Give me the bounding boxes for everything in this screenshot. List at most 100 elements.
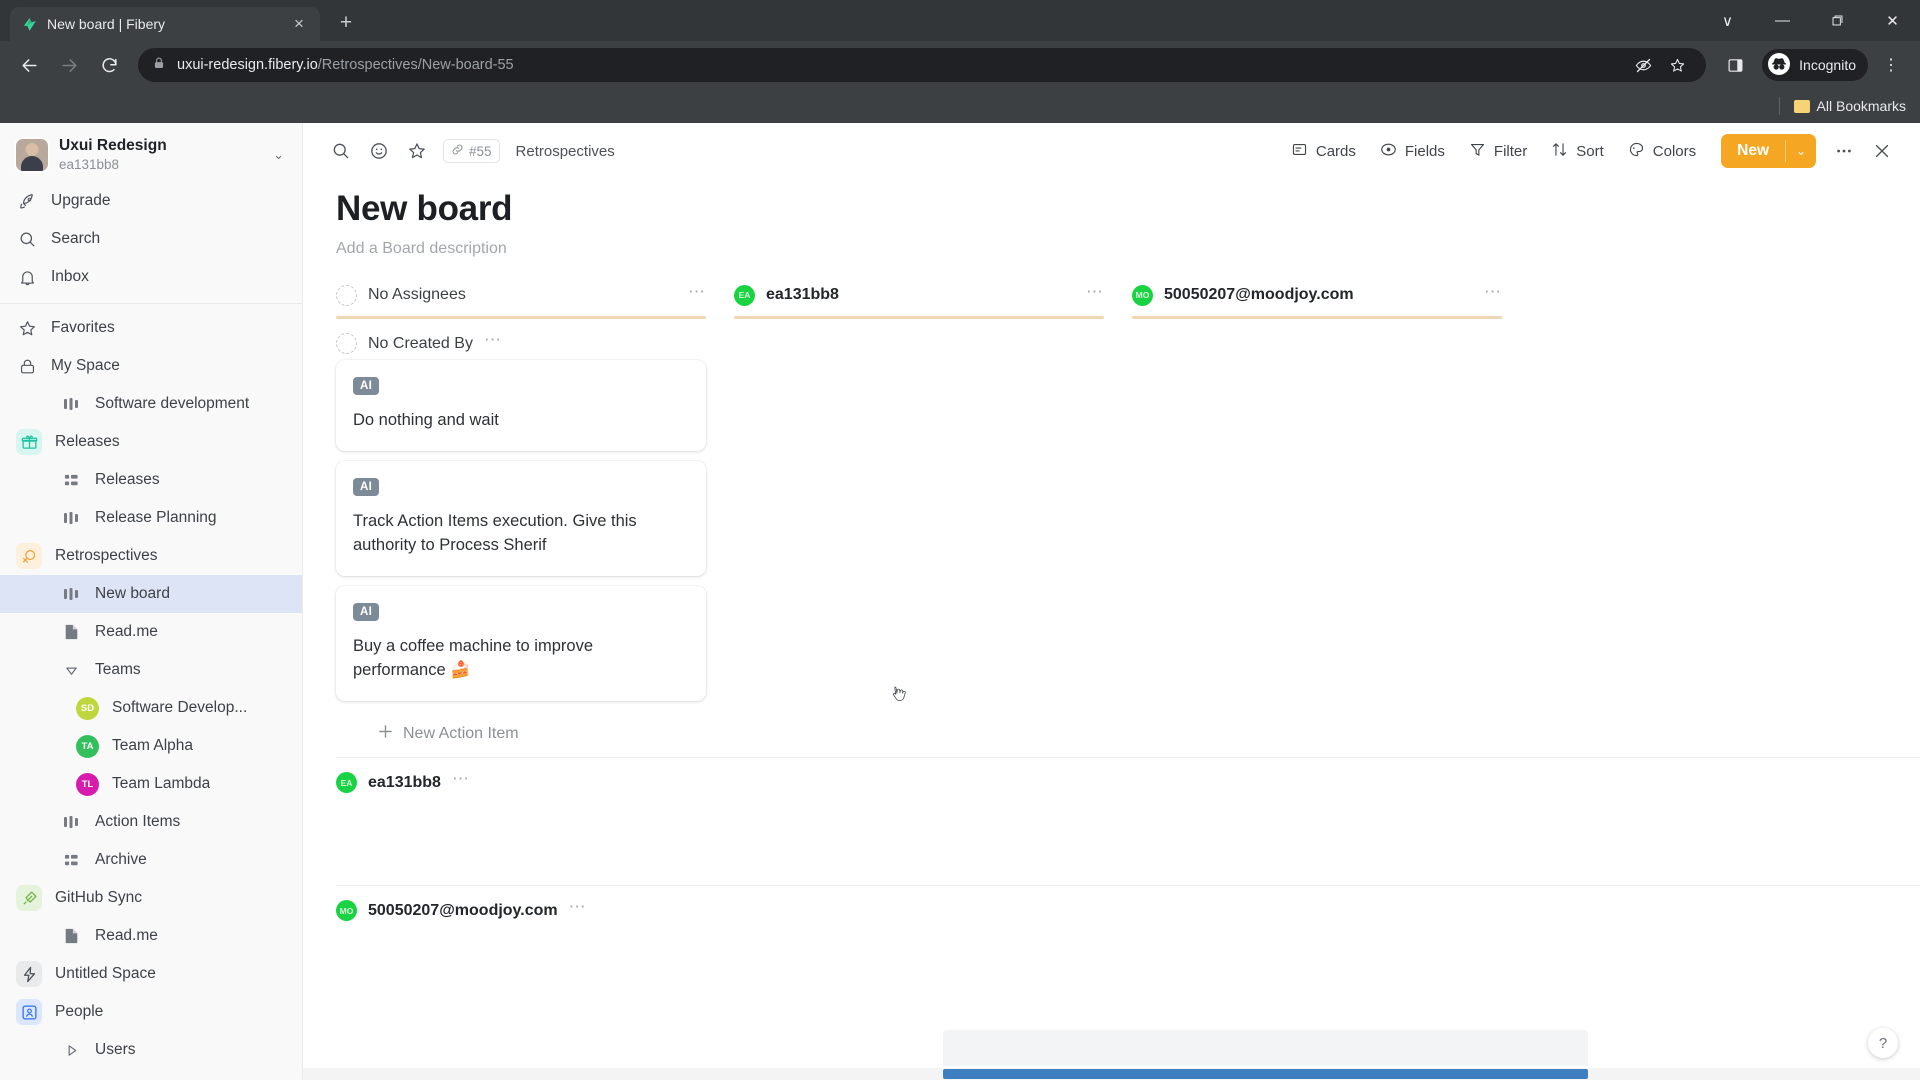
eye-off-icon[interactable]: [1628, 50, 1658, 80]
star-icon[interactable]: [399, 133, 435, 169]
swimlane-cell-moodjoy[interactable]: [1132, 799, 1530, 885]
chevron-down-icon[interactable]: [60, 659, 82, 681]
sidebar-item-my-space[interactable]: My Space: [0, 347, 302, 385]
rocket-icon: [16, 190, 38, 212]
workspace-switcher[interactable]: Uxui Redesign ea131bb8 ⌄: [0, 131, 302, 182]
sidebar-item-label: Releases: [55, 433, 120, 451]
all-bookmarks-button[interactable]: All Bookmarks: [1793, 98, 1906, 114]
sidebar-item-action-items[interactable]: Action Items: [0, 803, 302, 841]
entity-id-chip[interactable]: #55: [443, 139, 500, 163]
window-close-icon[interactable]: ✕: [1865, 0, 1920, 41]
avatar: MO: [1132, 284, 1153, 306]
emoji-icon[interactable]: [361, 133, 397, 169]
fields-label: Fields: [1404, 142, 1445, 160]
scrollbar-thumb[interactable]: [943, 1069, 1588, 1079]
column-menu-icon[interactable]: ⋯: [1086, 283, 1104, 303]
sidebar-item-teams-group[interactable]: Teams: [0, 651, 302, 689]
page-title[interactable]: New board: [336, 189, 1900, 229]
search-icon[interactable]: [323, 133, 359, 169]
window-controls: ∨ — ✕: [1700, 0, 1920, 41]
swimlane-menu-icon[interactable]: ⋯: [484, 331, 502, 351]
swimlane-cell-no-assignees[interactable]: [336, 799, 734, 885]
main-content: #55 Retrospectives Cards Fields Filter S…: [303, 123, 1920, 1080]
profile-chip[interactable]: Incognito: [1762, 49, 1868, 81]
sidebar-item-release-planning[interactable]: Release Planning: [0, 499, 302, 537]
sidebar-item-label: Read.me: [95, 623, 158, 641]
column-title: 50050207@moodjoy.com: [1164, 286, 1354, 303]
sidebar-item-label: Software Develop...: [112, 699, 248, 717]
sidebar-item-archive[interactable]: Archive: [0, 841, 302, 879]
column-title: No Assignees: [368, 286, 466, 303]
horizontal-scrollbar[interactable]: [303, 1068, 1920, 1080]
swimlane-cell-moodjoy[interactable]: [1132, 360, 1530, 757]
back-icon[interactable]: [12, 48, 46, 82]
sidebar-item-label: Teams: [95, 661, 141, 679]
chevron-right-icon[interactable]: [60, 1039, 82, 1061]
sidebar-item-team-lambda[interactable]: TL Team Lambda: [0, 765, 302, 803]
sidebar-item-label: Action Items: [95, 813, 181, 831]
forward-icon[interactable]: [52, 48, 86, 82]
new-tab-button[interactable]: +: [332, 9, 360, 37]
sort-button[interactable]: Sort: [1540, 134, 1615, 168]
sidebar-item-label: Users: [95, 1041, 136, 1059]
more-icon[interactable]: [1826, 133, 1862, 169]
chevron-down-icon[interactable]: ⌄: [269, 143, 288, 167]
sidebar-item-label: Team Alpha: [112, 737, 193, 755]
sidebar-item-users-group[interactable]: Users: [0, 1031, 302, 1069]
sidebar-item-readme-github[interactable]: Read.me: [0, 917, 302, 955]
maximize-icon[interactable]: [1810, 0, 1865, 41]
browser-tab[interactable]: New board | Fibery ×: [10, 7, 320, 41]
card[interactable]: AI Buy a coffee machine to improve perfo…: [336, 586, 706, 702]
swimlane-header-moodjoy: MO 50050207@moodjoy.com ⋯: [303, 886, 1920, 927]
sidebar-item-untitled-space[interactable]: Untitled Space: [0, 955, 302, 993]
sidebar-item-releases-space[interactable]: Releases: [0, 423, 302, 461]
swimlane-cell-ea131bb8[interactable]: [734, 799, 1132, 885]
address-bar[interactable]: uxui-redesign.fibery.io/Retrospectives/N…: [138, 48, 1707, 82]
column-menu-icon[interactable]: ⋯: [1484, 283, 1502, 303]
cards-button[interactable]: Cards: [1280, 134, 1367, 168]
collapse-icon[interactable]: ∨: [1700, 0, 1755, 41]
sidebar-item-team-software-development[interactable]: SD Software Develop...: [0, 689, 302, 727]
sidebar-item-readme-retro[interactable]: Read.me: [0, 613, 302, 651]
minimize-icon[interactable]: —: [1755, 0, 1810, 41]
sidebar-item-new-board[interactable]: New board: [0, 575, 302, 614]
sidebar-item-label: Releases: [95, 471, 160, 489]
side-panel-icon[interactable]: [1718, 48, 1752, 82]
sidebar-item-software-development[interactable]: Software development: [0, 385, 302, 423]
fields-button[interactable]: Fields: [1369, 134, 1456, 168]
close-icon[interactable]: ×: [288, 13, 310, 35]
sidebar-item-github-sync[interactable]: GitHub Sync: [0, 879, 302, 917]
colors-label: Colors: [1652, 142, 1697, 160]
help-button[interactable]: ?: [1868, 1028, 1898, 1058]
sidebar-item-favorites[interactable]: Favorites: [0, 309, 302, 347]
sidebar-item-retrospectives-space[interactable]: Retrospectives: [0, 537, 302, 575]
swimlane-cell-ea131bb8[interactable]: [734, 927, 1132, 1013]
star-icon[interactable]: [1662, 50, 1692, 80]
swimlane-menu-icon[interactable]: ⋯: [452, 770, 470, 790]
chevron-down-icon[interactable]: ⌄: [1786, 134, 1816, 168]
breadcrumb[interactable]: Retrospectives: [516, 143, 615, 160]
reload-icon[interactable]: [92, 48, 126, 82]
sidebar-item-releases-view[interactable]: Releases: [0, 461, 302, 499]
sidebar-item-upgrade[interactable]: Upgrade: [0, 182, 302, 220]
browser-menu-icon[interactable]: ⋮: [1874, 48, 1908, 82]
close-icon[interactable]: [1864, 133, 1900, 169]
sidebar-item-search[interactable]: Search: [0, 220, 302, 258]
new-button[interactable]: New ⌄: [1721, 134, 1816, 168]
swimlane-cell-moodjoy[interactable]: [1132, 927, 1530, 1013]
card[interactable]: AI Do nothing and wait: [336, 360, 706, 452]
card[interactable]: AI Track Action Items execution. Give th…: [336, 461, 706, 577]
sidebar-item-inbox[interactable]: Inbox: [0, 258, 302, 296]
new-action-item-button[interactable]: New Action Item: [336, 711, 706, 757]
swimlane-body-no-created-by: AI Do nothing and wait AI Track Action I…: [303, 360, 1920, 757]
board-description-placeholder[interactable]: Add a Board description: [336, 240, 1900, 258]
filter-button[interactable]: Filter: [1458, 134, 1538, 168]
sidebar-item-team-alpha[interactable]: TA Team Alpha: [0, 727, 302, 765]
column-menu-icon[interactable]: ⋯: [688, 283, 706, 303]
swimlane-menu-icon[interactable]: ⋯: [569, 898, 587, 918]
colors-button[interactable]: Colors: [1617, 134, 1707, 168]
swimlane-cell-no-assignees[interactable]: [336, 927, 734, 1013]
sidebar-item-people[interactable]: People: [0, 993, 302, 1031]
swimlane-cell-ea131bb8[interactable]: [734, 360, 1132, 757]
filter-label: Filter: [1493, 142, 1528, 160]
